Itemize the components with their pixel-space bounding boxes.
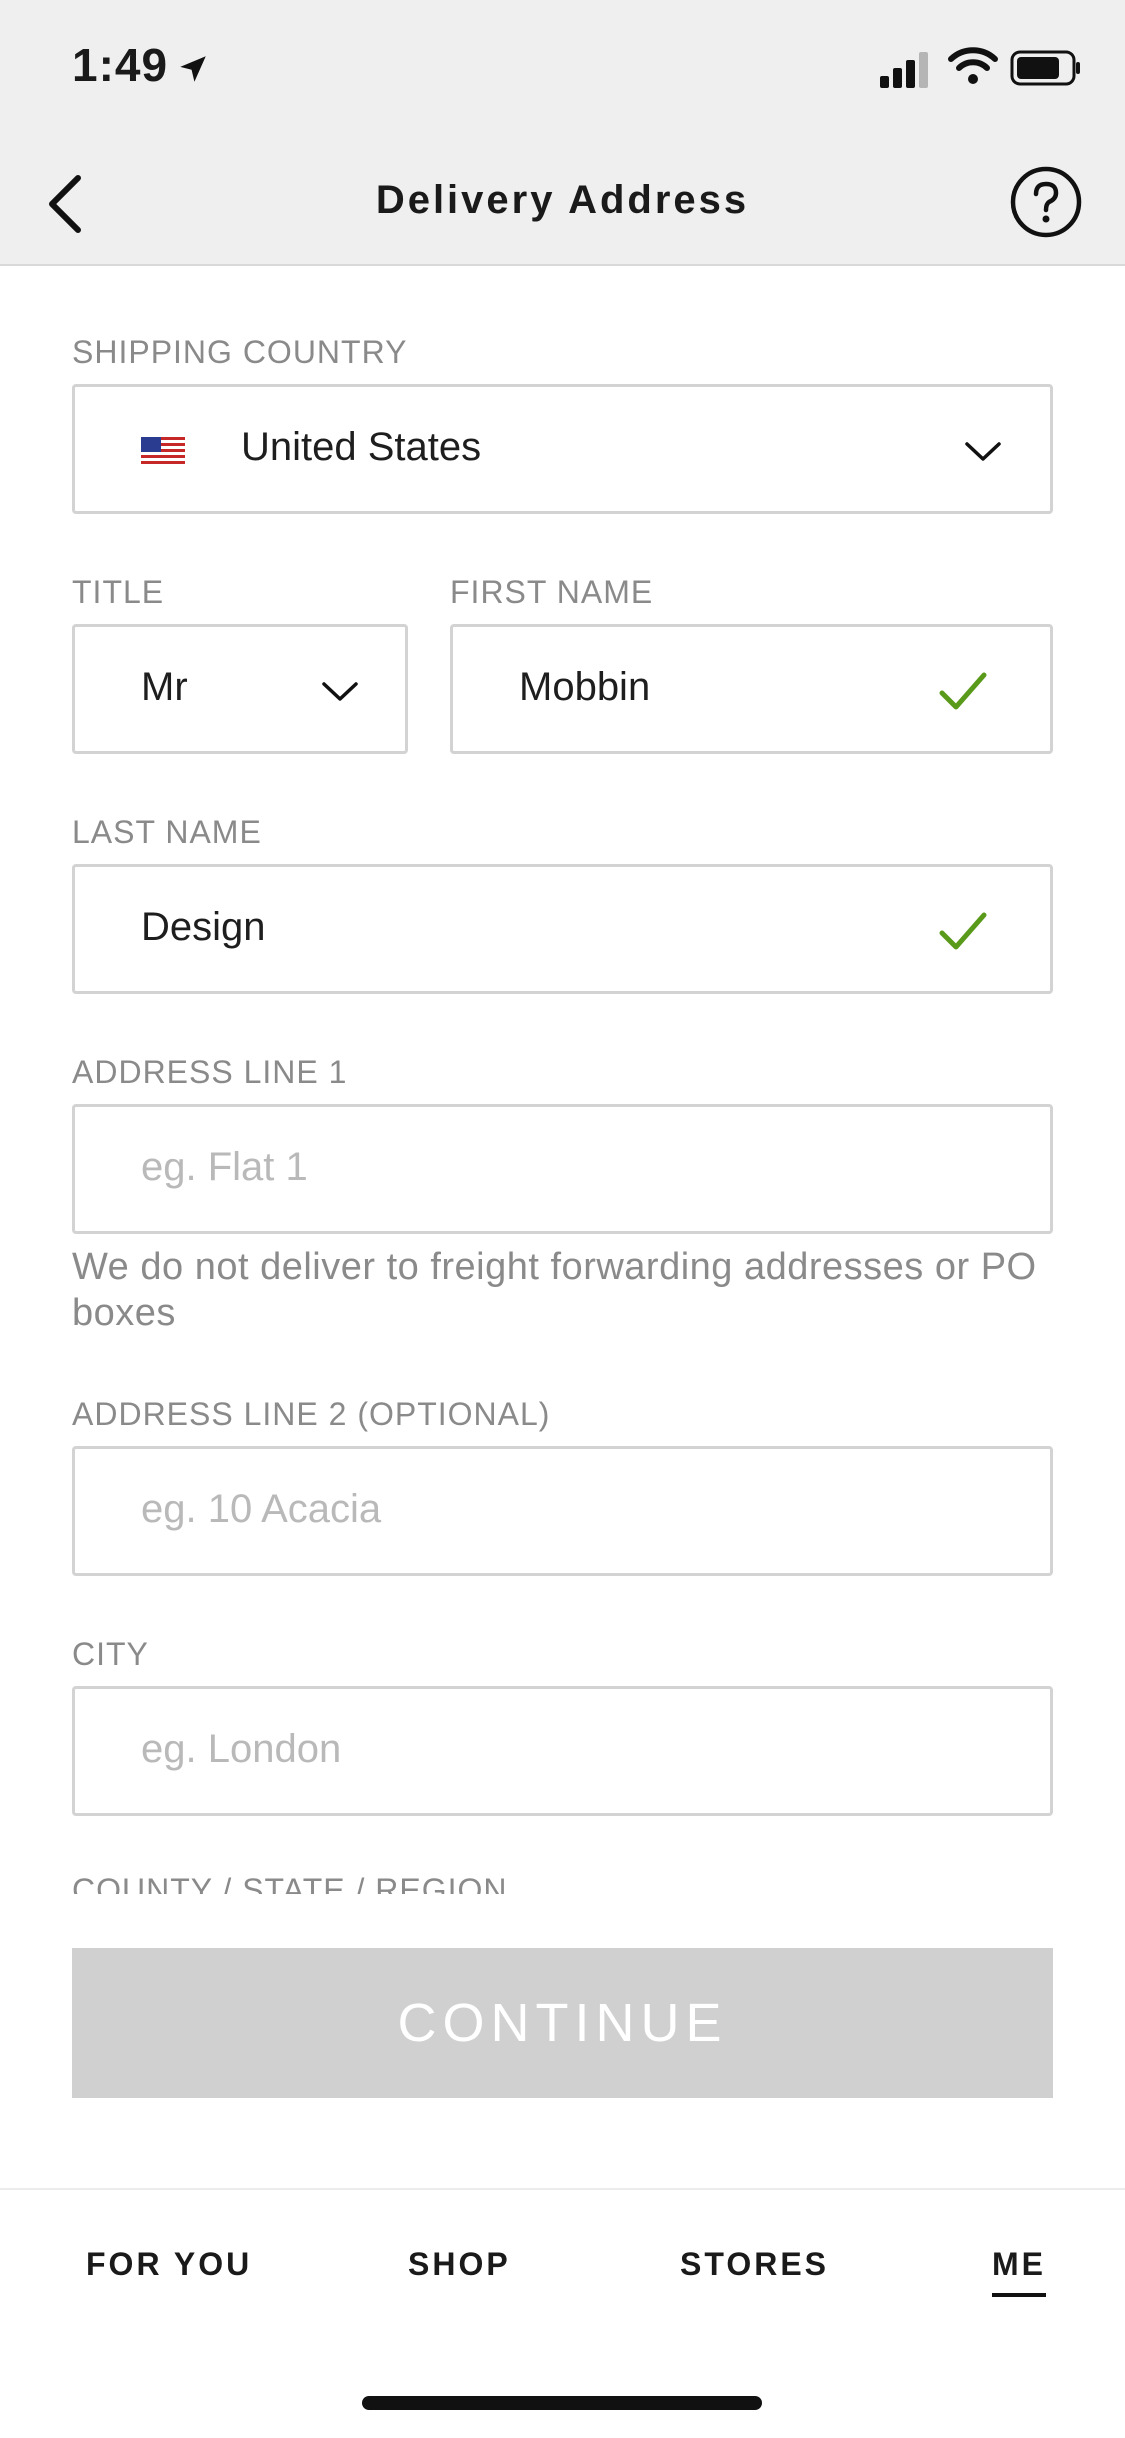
- first-name-field[interactable]: Mobbin: [450, 624, 1053, 754]
- location-arrow-icon: [180, 56, 206, 82]
- us-flag-icon: [141, 437, 185, 467]
- chevron-down-icon: [322, 682, 358, 701]
- last-name-label: LAST NAME: [72, 814, 262, 850]
- chevron-down-icon: [965, 442, 1001, 461]
- help-icon[interactable]: [1008, 164, 1084, 240]
- last-name-field[interactable]: Design: [72, 864, 1053, 994]
- home-indicator: [362, 2396, 762, 2410]
- checkmark-icon: [939, 672, 987, 710]
- status-time: 1:49: [72, 39, 169, 91]
- tab-shop[interactable]: SHOP: [408, 2246, 511, 2283]
- navigation-bar: Delivery Address: [0, 140, 1125, 266]
- battery-icon: [1010, 50, 1080, 86]
- wifi-icon: [948, 47, 998, 84]
- tab-stores[interactable]: STORES: [680, 2246, 829, 2283]
- city-placeholder: eg. London: [141, 1727, 342, 1771]
- title-label: TITLE: [72, 574, 165, 610]
- address-line-2-placeholder: eg. 10 Acacia: [141, 1487, 382, 1531]
- checkmark-icon: [939, 912, 987, 950]
- first-name-value: Mobbin: [519, 665, 651, 709]
- shipping-country-value: United States: [241, 425, 482, 469]
- county-label: COUNTY / STATE / REGION: [72, 1872, 508, 1894]
- status-bar: 1:49: [0, 0, 1125, 140]
- page-title: Delivery Address: [375, 178, 750, 222]
- address-note: We do not deliver to freight forwarding …: [72, 1246, 1037, 1334]
- address-line-1-label: ADDRESS LINE 1: [72, 1054, 348, 1090]
- cellular-signal-icon: [880, 52, 928, 88]
- last-name-value: Design: [141, 905, 266, 949]
- address-line-1-placeholder: eg. Flat 1: [141, 1145, 308, 1189]
- title-select[interactable]: Mr: [72, 624, 408, 754]
- shipping-country-select[interactable]: United States: [72, 384, 1053, 514]
- tab-for-you[interactable]: FOR YOU: [86, 2246, 252, 2283]
- continue-button[interactable]: CONTINUE: [72, 1948, 1053, 2098]
- first-name-label: FIRST NAME: [450, 574, 654, 610]
- tab-me[interactable]: ME: [992, 2246, 1046, 2297]
- shipping-country-label: SHIPPING COUNTRY: [72, 334, 408, 370]
- city-label: CITY: [72, 1636, 149, 1672]
- city-field[interactable]: eg. London: [72, 1686, 1053, 1816]
- address-line-2-label: ADDRESS LINE 2 (OPTIONAL): [72, 1396, 551, 1432]
- address-line-2-field[interactable]: eg. 10 Acacia: [72, 1446, 1053, 1576]
- address-line-1-field[interactable]: eg. Flat 1: [72, 1104, 1053, 1234]
- title-value: Mr: [141, 665, 188, 709]
